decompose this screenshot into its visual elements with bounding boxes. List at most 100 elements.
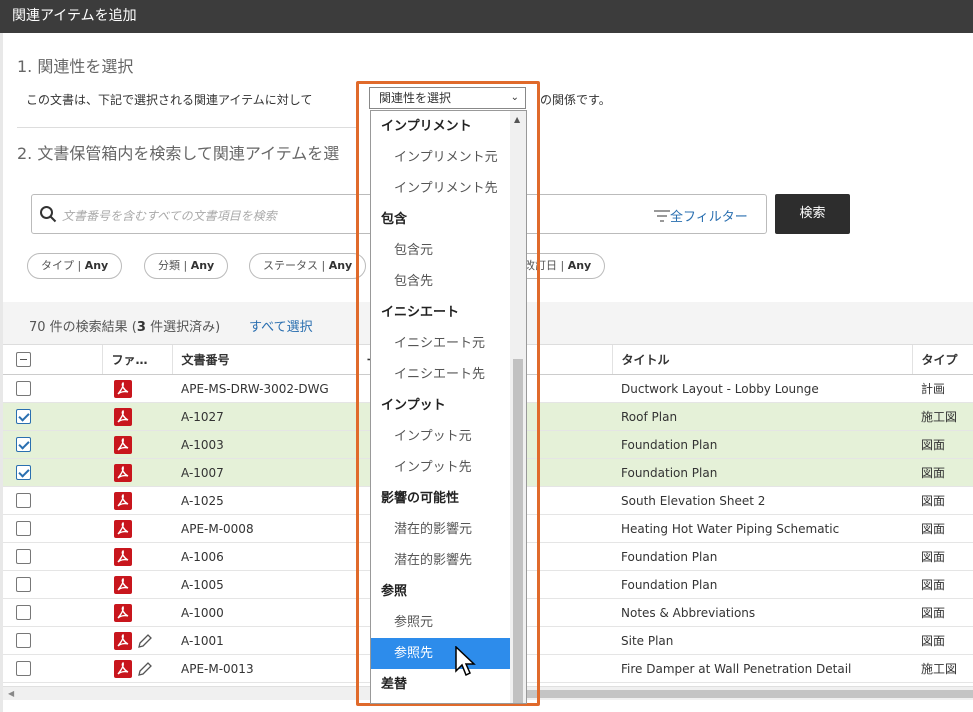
step1-sentence-after: の関係です。 <box>540 93 611 107</box>
relationship-option[interactable]: イニシエート元 <box>371 328 510 359</box>
document-type: 図面 <box>912 430 973 459</box>
pill-value: Any <box>190 259 215 272</box>
relationship-option[interactable]: インプット先 <box>371 452 510 483</box>
document-title[interactable]: Notes & Abbreviations <box>612 598 912 627</box>
column-header-title[interactable]: タイトル <box>611 344 912 375</box>
row-checkbox[interactable] <box>16 605 31 620</box>
row-checkbox[interactable] <box>16 465 31 480</box>
relationship-option[interactable]: 潜在的影響先 <box>371 545 510 576</box>
document-number[interactable]: APE-M-0008 <box>172 514 357 543</box>
document-number[interactable]: A-1027 <box>172 402 357 431</box>
all-filters-link[interactable]: 全フィルター <box>654 206 748 225</box>
relationship-select-value: 関連性を選択 <box>379 91 452 105</box>
document-title[interactable]: Roof Plan <box>612 402 912 431</box>
relationship-option[interactable]: インプリメント元 <box>371 142 510 173</box>
search-button[interactable]: 検索 <box>775 194 850 234</box>
row-checkbox[interactable] <box>16 549 31 564</box>
select-all-checkbox[interactable] <box>16 352 31 367</box>
row-checkbox[interactable] <box>16 577 31 592</box>
row-checkbox-cell[interactable] <box>3 430 102 459</box>
document-title[interactable]: Heating Hot Water Piping Schematic <box>612 514 912 543</box>
document-number[interactable]: A-1025 <box>172 486 357 515</box>
relationship-option[interactable]: 潜在的影響元 <box>371 514 510 545</box>
relationship-option[interactable]: インプット元 <box>371 421 510 452</box>
results-selected-text: 件選択済み) <box>145 320 221 335</box>
document-type: 図面 <box>912 598 973 627</box>
file-type-cell <box>102 570 172 599</box>
document-title[interactable]: Fire Damper at Wall Penetration Detail <box>612 654 912 683</box>
document-title[interactable]: Site Plan <box>612 626 912 655</box>
document-type: 施工図 <box>912 654 973 683</box>
row-checkbox[interactable] <box>16 633 31 648</box>
row-checkbox[interactable] <box>16 661 31 676</box>
document-number[interactable]: A-1001 <box>172 626 357 655</box>
relationship-option[interactable]: 差替元 <box>371 700 510 703</box>
row-checkbox-cell[interactable] <box>3 514 102 543</box>
document-number[interactable]: A-1005 <box>172 570 357 599</box>
document-number[interactable]: A-1006 <box>172 542 357 571</box>
document-title[interactable]: Foundation Plan <box>612 458 912 487</box>
column-header-type[interactable]: タイプ <box>911 344 973 375</box>
document-number[interactable]: A-1000 <box>172 598 357 627</box>
document-number[interactable]: APE-M-0013 <box>172 654 357 683</box>
pill-label: 分類 <box>158 259 180 272</box>
row-checkbox-cell[interactable] <box>3 486 102 515</box>
file-type-cell <box>102 430 172 459</box>
relationship-option[interactable]: 包含先 <box>371 266 510 297</box>
type-filter-pill[interactable]: タイプ | Any <box>27 253 123 279</box>
header-checkbox-cell[interactable] <box>3 344 102 375</box>
file-type-cell <box>102 486 172 515</box>
file-type-cell <box>102 626 172 655</box>
document-title[interactable]: Ductwork Layout - Lobby Lounge <box>612 374 912 403</box>
select-all-link[interactable]: すべて選択 <box>249 316 313 335</box>
document-number[interactable]: APE-MS-DRW-3002-DWG <box>172 374 357 403</box>
row-checkbox-cell[interactable] <box>3 402 102 431</box>
document-title[interactable]: South Elevation Sheet 2 <box>612 486 912 515</box>
column-header-file[interactable]: ファ… <box>101 344 172 375</box>
dropdown-scrollbar[interactable]: ▲ <box>510 111 526 703</box>
document-title[interactable]: Foundation Plan <box>612 430 912 459</box>
relationship-option[interactable]: インプリメント先 <box>371 173 510 204</box>
row-checkbox-cell[interactable] <box>3 458 102 487</box>
row-checkbox[interactable] <box>16 521 31 536</box>
search-icon <box>40 206 57 223</box>
column-header-number[interactable]: 文書番号 <box>171 344 357 375</box>
document-type: 図面 <box>912 458 973 487</box>
document-title[interactable]: Foundation Plan <box>612 570 912 599</box>
row-checkbox-cell[interactable] <box>3 570 102 599</box>
relationship-option[interactable]: 包含元 <box>371 235 510 266</box>
pdf-icon <box>114 491 132 510</box>
row-checkbox[interactable] <box>16 493 31 508</box>
relationship-option[interactable]: イニシエート先 <box>371 359 510 390</box>
relationship-options-list[interactable]: インプリメント インプリメント元 インプリメント先 包含 包含元 包含先 イニシエート イニシ… <box>370 110 527 704</box>
row-checkbox-cell[interactable] <box>3 598 102 627</box>
category-filter-pill[interactable]: 分類 | Any <box>144 253 229 279</box>
scroll-left-icon[interactable]: ◀ <box>8 689 14 698</box>
results-count-text: 70 件の検索結果 ( <box>29 320 137 335</box>
row-checkbox[interactable] <box>16 381 31 396</box>
dropdown-scrollbar-thumb[interactable] <box>513 359 523 703</box>
document-number[interactable]: A-1003 <box>172 430 357 459</box>
relationship-option[interactable]: 参照先 <box>371 638 510 669</box>
status-filter-pill[interactable]: ステータス | Any <box>249 253 367 279</box>
scroll-up-icon[interactable]: ▲ <box>514 115 520 124</box>
row-checkbox-cell[interactable] <box>3 626 102 655</box>
row-checkbox-cell[interactable] <box>3 542 102 571</box>
divider <box>17 127 357 128</box>
row-checkbox-cell[interactable] <box>3 654 102 683</box>
relationship-select[interactable]: 関連性を選択 ⌄ <box>369 87 526 109</box>
row-checkbox[interactable] <box>16 409 31 424</box>
pdf-icon <box>114 379 132 398</box>
step1-heading: 1. 関連性を選択 <box>17 57 134 76</box>
document-title[interactable]: Foundation Plan <box>612 542 912 571</box>
filter-icon <box>654 210 670 222</box>
pill-value: Any <box>328 259 353 272</box>
row-checkbox[interactable] <box>16 437 31 452</box>
document-type: 図面 <box>912 542 973 571</box>
edit-pencil-icon <box>138 633 152 648</box>
option-group-label: 影響の可能性 <box>381 491 460 506</box>
row-checkbox-cell[interactable] <box>3 374 102 403</box>
relationship-option[interactable]: 参照元 <box>371 607 510 638</box>
file-type-cell <box>102 458 172 487</box>
document-number[interactable]: A-1007 <box>172 458 357 487</box>
